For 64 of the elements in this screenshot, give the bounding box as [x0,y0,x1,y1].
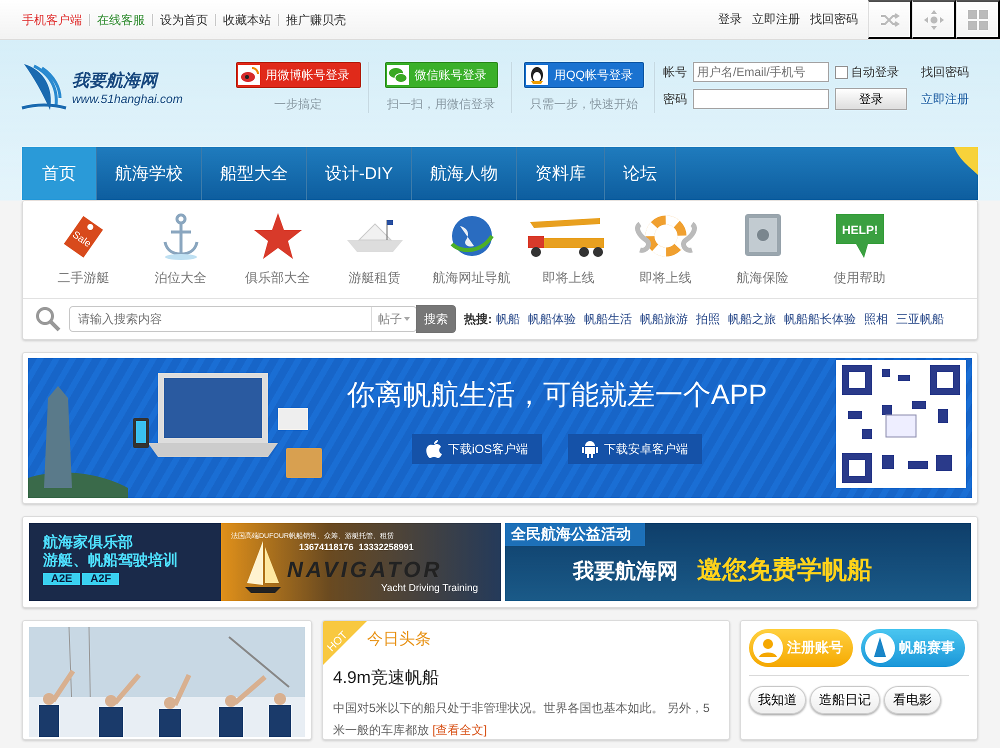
club-phones: 13674118176 13332258991 [299,542,414,552]
category-link[interactable]: 航海保险 [736,269,788,287]
login-button[interactable]: 登录 [835,88,907,110]
top-link[interactable]: 在线客服 [89,14,152,26]
register-link[interactable]: 立即注册 [921,90,969,108]
logo-name: 我要航海网 [72,70,160,92]
search-button[interactable]: 搜索 [416,305,456,333]
social-login-button[interactable]: 用QQ帐号登录 [524,62,644,88]
checkbox-label: 自动登录 [851,64,899,80]
social-login-button[interactable]: 微信账号登录 [384,62,498,88]
club-tagline: Yacht Driving Training [381,583,478,594]
password-label: 密码 [663,90,687,108]
read-more-link[interactable]: [查看全文] [432,723,488,737]
campaign-site-name: 我要航海网 [573,558,678,585]
hot-search-link[interactable]: 照相 [864,310,888,328]
account-label: 帐号 [663,64,687,80]
nav-tab[interactable]: 首页 [22,147,97,200]
category-link[interactable]: 使用帮助 [834,269,886,287]
license-tag: A2F [82,573,120,585]
top-link[interactable]: 收藏本站 [215,14,278,26]
license-tag: A2E [43,573,80,585]
hot-search-link[interactable]: 帆船之旅 [728,310,776,328]
hot-label: 热搜: [464,310,492,328]
top-link[interactable]: 推广赚贝壳 [278,14,353,26]
category-link[interactable]: 游艇租赁 [348,269,400,287]
account-link[interactable]: 立即注册 [752,11,800,28]
hot-search-link[interactable]: 帆船旅游 [640,310,688,328]
campaign-title: 全民航海公益活动 [505,523,645,546]
download-button[interactable]: 下载安卓客户端 [568,434,702,464]
social-login-caption: 只需一步，快速开始 [530,96,638,113]
news-summary: 中国对5米以下的船只处于非管理状况。世界各国也基本如此。 另外，5米一般的车库都放 [查看全文] [333,700,711,739]
hot-search-link[interactable]: 三亚帆船 [896,310,944,328]
social-login-caption: 扫一扫，用微信登录 [387,96,495,113]
headline-link[interactable]: 4.9m竞速帆船 [333,666,719,689]
banner-headline: 你离帆航生活，可能就差一个APP [346,378,768,412]
tag-button[interactable]: 看电影 [884,686,941,714]
hot-search-link[interactable]: 帆船生活 [584,310,632,328]
tag-button[interactable]: 我知道 [749,686,806,714]
top-link[interactable]: 手机客户端 [22,14,89,26]
hot-search-link[interactable]: 拍照 [696,310,720,328]
category-link[interactable]: 航海网址导航 [432,269,510,287]
tag-button[interactable]: 造船日记 [810,686,880,714]
category-link[interactable]: 俱乐部大全 [245,269,310,287]
account-link[interactable]: 找回密码 [810,11,858,28]
account-field[interactable]: 用户名/Email/手机号 [693,62,829,82]
hot-search-link[interactable]: 帆船体验 [528,310,576,328]
logo-url: www.51hanghai.com [72,92,183,106]
section-title: 今日头条 [367,630,432,650]
club-title: 航海家俱乐部 [43,533,133,552]
hot-search-link[interactable]: 帆船船长体验 [784,310,856,328]
category-link[interactable]: 泊位大全 [154,269,206,287]
category-link[interactable]: 即将上线 [640,269,692,287]
category-link[interactable]: 二手游艇 [58,269,110,287]
category-link[interactable]: 即将上线 [542,269,594,287]
top-link[interactable]: 设为首页 [152,14,215,26]
social-login-caption: 一步搞定 [274,96,322,113]
hot-search-link[interactable]: 帆船 [496,310,520,328]
campaign-slogan: 邀您免费学帆船 [697,555,872,586]
download-button[interactable]: 下载iOS客户端 [412,434,542,464]
social-login-button[interactable]: 用微博帐号登录 [236,62,360,88]
forgot-password-link[interactable]: 找回密码 [921,64,969,80]
account-link[interactable]: 登录 [718,11,742,28]
club-subtitle: 游艇、帆船驾驶培训 [43,551,178,570]
search-field[interactable]: 请输入搜索内容 帖子 [69,306,417,332]
